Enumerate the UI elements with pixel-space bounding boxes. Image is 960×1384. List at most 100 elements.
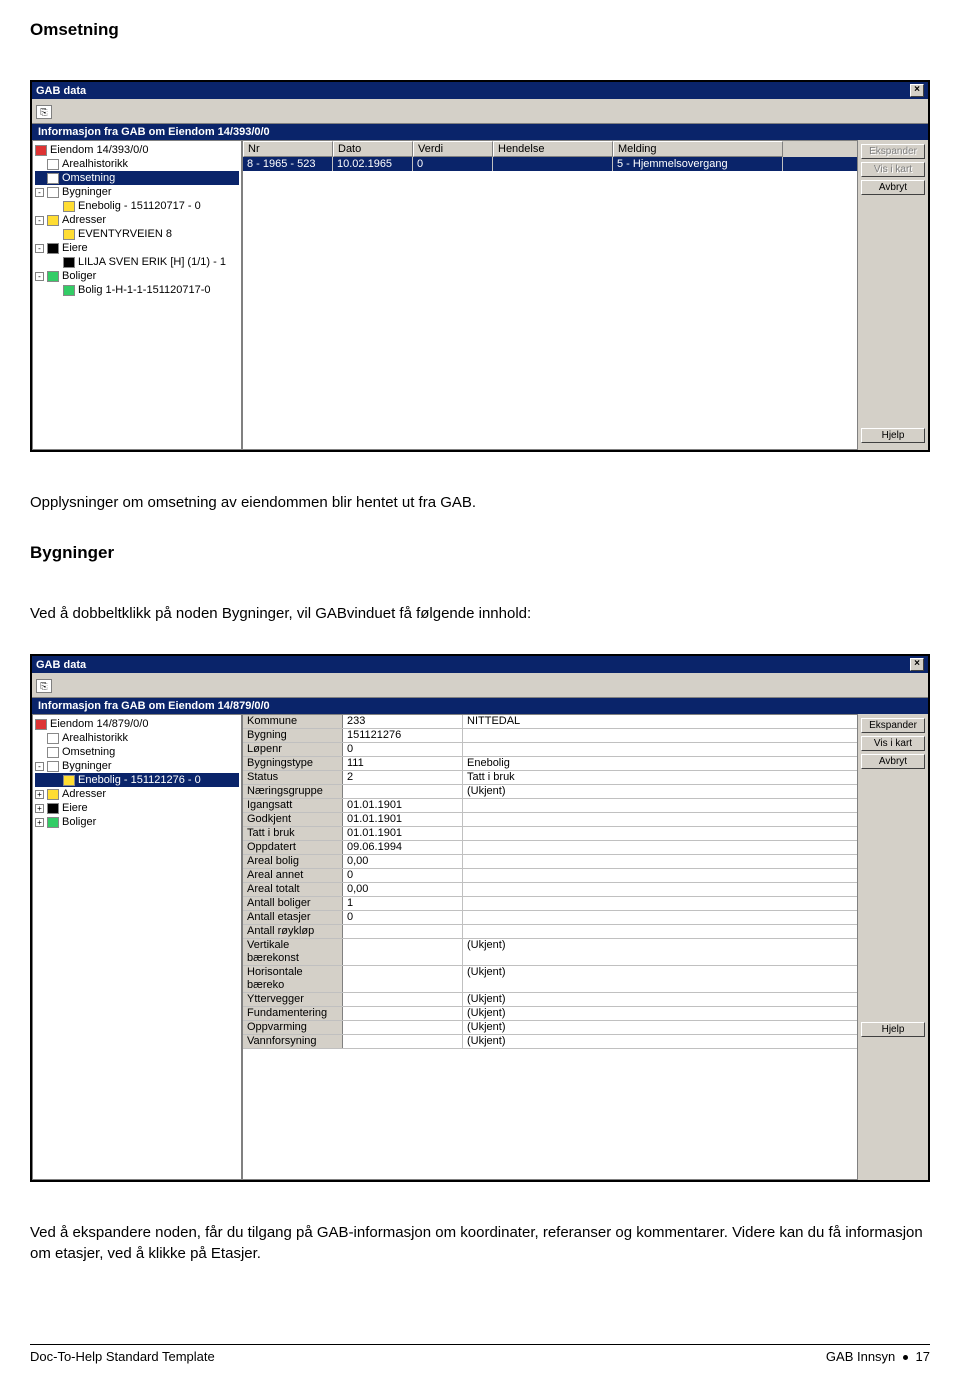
- detail-row: Yttervegger(Ukjent): [243, 993, 857, 1007]
- tree-item[interactable]: Arealhistorikk: [35, 157, 239, 171]
- tree-pane[interactable]: Eiendom 14/393/0/0ArealhistorikkOmsetnin…: [32, 140, 242, 450]
- node-icon: [47, 243, 59, 254]
- tree-item[interactable]: Enebolig - 151120717 - 0: [35, 199, 239, 213]
- column-header[interactable]: Dato: [333, 141, 413, 157]
- detail-row: Vertikale bærekonst(Ukjent): [243, 939, 857, 966]
- node-icon: [47, 187, 59, 198]
- node-icon: [63, 257, 75, 268]
- tree-item[interactable]: EVENTYRVEIEN 8: [35, 227, 239, 241]
- detail-label: Antall etasjer: [243, 911, 343, 924]
- tree-item[interactable]: +Boliger: [35, 815, 239, 829]
- tree-item[interactable]: Bolig 1-H-1-1-151120717-0: [35, 283, 239, 297]
- detail-label: Horisontale bæreko: [243, 966, 343, 992]
- avbryt-button[interactable]: Avbryt: [861, 180, 925, 195]
- tree-item[interactable]: Arealhistorikk: [35, 731, 239, 745]
- tree-item[interactable]: - Boliger: [35, 269, 239, 283]
- column-header[interactable]: Verdi: [413, 141, 493, 157]
- node-icon: [47, 817, 59, 828]
- detail-value-2: [463, 869, 857, 882]
- tree-item[interactable]: Eiendom 14/879/0/0: [35, 717, 239, 731]
- detail-row: Areal annet0: [243, 869, 857, 883]
- expand-icon[interactable]: -: [35, 762, 44, 771]
- tree-label: Bygninger: [62, 759, 112, 773]
- paragraph: Ved å dobbeltklikk på noden Bygninger, v…: [30, 603, 930, 624]
- node-icon: [63, 229, 75, 240]
- node-icon: [35, 719, 47, 730]
- viskart-button[interactable]: Vis i kart: [861, 162, 925, 177]
- detail-label: Fundamentering: [243, 1007, 343, 1020]
- footer-section: GAB Innsyn: [826, 1349, 895, 1364]
- node-icon: [47, 747, 59, 758]
- copy-icon[interactable]: ⎘: [36, 105, 52, 119]
- close-icon[interactable]: ×: [910, 84, 924, 97]
- detail-value-2: (Ukjent): [463, 993, 857, 1006]
- close-icon[interactable]: ×: [910, 658, 924, 671]
- ekspander-button[interactable]: Ekspander: [861, 718, 925, 733]
- detail-row: Næringsgruppe(Ukjent): [243, 785, 857, 799]
- column-header[interactable]: Nr: [243, 141, 333, 157]
- tree-item[interactable]: - Bygninger: [35, 185, 239, 199]
- tree-item[interactable]: Omsetning: [35, 171, 239, 185]
- copy-icon[interactable]: ⎘: [36, 679, 52, 693]
- expand-icon[interactable]: +: [35, 818, 44, 827]
- detail-row: Vannforsyning(Ukjent): [243, 1035, 857, 1049]
- tree-item[interactable]: Eiendom 14/393/0/0: [35, 143, 239, 157]
- tree-item[interactable]: Enebolig - 151121276 - 0: [35, 773, 239, 787]
- expand-icon[interactable]: +: [35, 790, 44, 799]
- tree-item[interactable]: - Bygninger: [35, 759, 239, 773]
- detail-label: Oppvarming: [243, 1021, 343, 1034]
- tree-label: Adresser: [62, 213, 106, 227]
- tree-label: Boliger: [62, 269, 96, 283]
- detail-value-1: 233: [343, 715, 463, 728]
- detail-label: Antall røykløp: [243, 925, 343, 938]
- column-header[interactable]: Hendelse: [493, 141, 613, 157]
- expand-icon[interactable]: -: [35, 272, 44, 281]
- tree-item[interactable]: - Eiere: [35, 241, 239, 255]
- detail-value-2: Enebolig: [463, 757, 857, 770]
- detail-row: Antall etasjer0: [243, 911, 857, 925]
- detail-value-1: 0: [343, 911, 463, 924]
- viskart-button[interactable]: Vis i kart: [861, 736, 925, 751]
- detail-value-2: [463, 729, 857, 742]
- node-icon: [47, 789, 59, 800]
- hjelp-button[interactable]: Hjelp: [861, 1022, 925, 1037]
- tree-label: Eiere: [62, 801, 88, 815]
- tree-item[interactable]: + Adresser: [35, 787, 239, 801]
- detail-row: Kommune233NITTEDAL: [243, 715, 857, 729]
- footer-left: Doc-To-Help Standard Template: [30, 1349, 826, 1364]
- tree-item[interactable]: - Adresser: [35, 213, 239, 227]
- tree-pane[interactable]: Eiendom 14/879/0/0ArealhistorikkOmsetnin…: [32, 714, 242, 1180]
- expand-icon[interactable]: -: [35, 216, 44, 225]
- detail-row: Fundamentering(Ukjent): [243, 1007, 857, 1021]
- detail-row: Bygningstype111Enebolig: [243, 757, 857, 771]
- tree-label: Bygninger: [62, 185, 112, 199]
- expand-icon[interactable]: -: [35, 188, 44, 197]
- avbryt-button[interactable]: Avbryt: [861, 754, 925, 769]
- detail-row: Løpenr0: [243, 743, 857, 757]
- hjelp-button[interactable]: Hjelp: [861, 428, 925, 443]
- detail-value-2: [463, 897, 857, 910]
- tree-label: Eiere: [62, 241, 88, 255]
- tree-item[interactable]: LILJA SVEN ERIK [H] (1/1) - 1: [35, 255, 239, 269]
- detail-row: Horisontale bæreko(Ukjent): [243, 966, 857, 993]
- detail-value-2: [463, 743, 857, 756]
- detail-value-1: 09.06.1994: [343, 841, 463, 854]
- detail-row: Bygning151121276: [243, 729, 857, 743]
- detail-value-1: [343, 1007, 463, 1020]
- expand-icon[interactable]: -: [35, 244, 44, 253]
- button-pane: Ekspander Vis i kart Avbryt Hjelp: [858, 714, 928, 1180]
- node-icon: [47, 159, 59, 170]
- column-header[interactable]: Melding: [613, 141, 783, 157]
- detail-value-2: [463, 925, 857, 938]
- tree-label: Arealhistorikk: [62, 731, 128, 745]
- tree-label: Adresser: [62, 787, 106, 801]
- titlebar: GAB data ×: [32, 82, 928, 99]
- tree-item[interactable]: Omsetning: [35, 745, 239, 759]
- ekspander-button[interactable]: Ekspander: [861, 144, 925, 159]
- expand-icon[interactable]: +: [35, 804, 44, 813]
- tree-item[interactable]: + Eiere: [35, 801, 239, 815]
- detail-value-1: 0: [343, 743, 463, 756]
- section-heading-bygninger: Bygninger: [30, 543, 930, 563]
- grid-row[interactable]: 8 - 1965 - 523 10.02.1965 0 5 - Hjemmels…: [243, 157, 857, 171]
- detail-row: Areal bolig0,00: [243, 855, 857, 869]
